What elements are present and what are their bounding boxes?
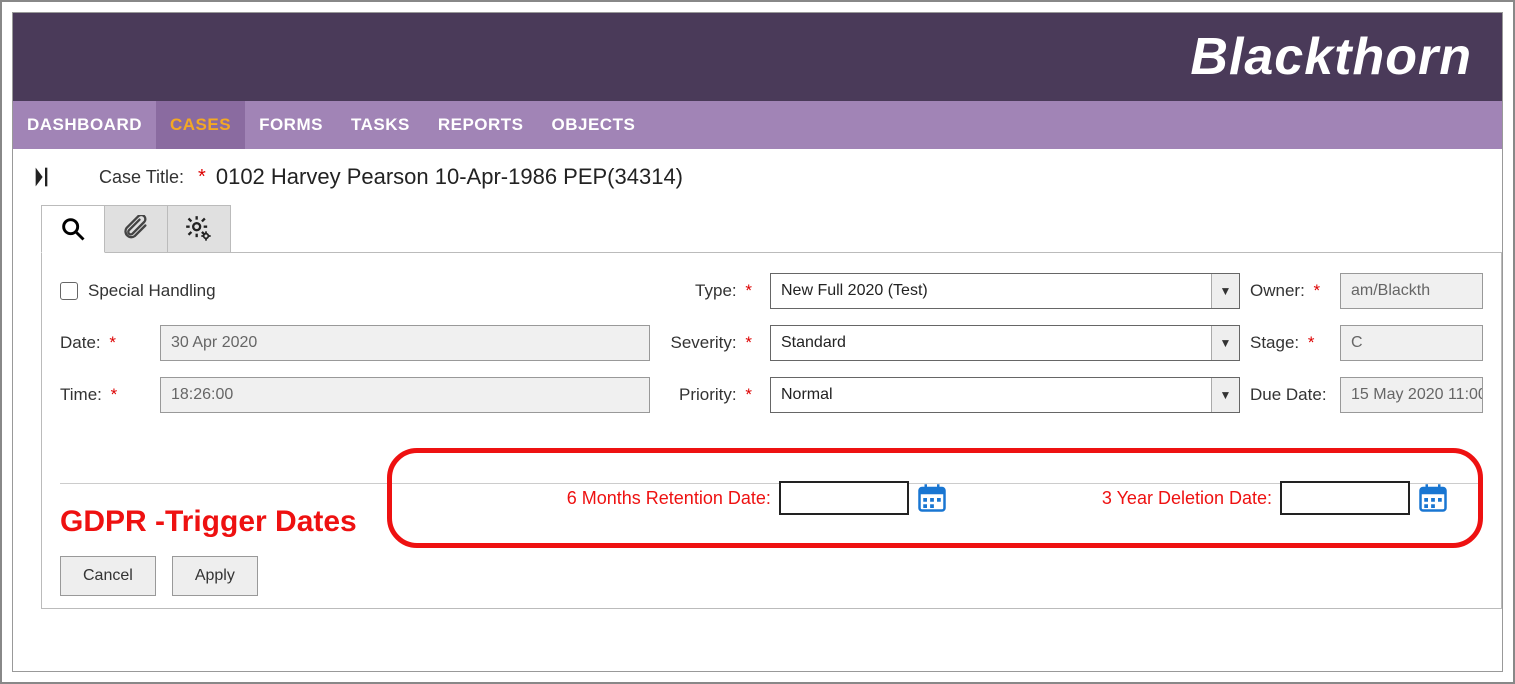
due-date-label: Due Date:: [1250, 385, 1330, 405]
deletion-date-input[interactable]: [1280, 481, 1410, 515]
type-value: New Full 2020 (Test): [781, 282, 1211, 300]
case-title-row: Case Title: * 0102 Harvey Pearson 10-Apr…: [13, 149, 1502, 201]
tab-attachments[interactable]: [104, 205, 168, 253]
severity-value: Standard: [781, 334, 1211, 352]
cancel-button[interactable]: Cancel: [60, 556, 156, 596]
special-handling-checkbox[interactable]: [60, 282, 78, 300]
date-input[interactable]: [160, 325, 650, 361]
priority-label: Priority: *: [660, 385, 760, 405]
stage-label: Stage: *: [1250, 333, 1330, 353]
window-frame: Blackthorn DASHBOARD CASES FORMS TASKS R…: [0, 0, 1515, 684]
owner-label: Owner: *: [1250, 281, 1330, 301]
deletion-label: 3 Year Deletion Date:: [1102, 488, 1272, 509]
time-label: Time: *: [60, 385, 150, 405]
stage-field[interactable]: C: [1340, 325, 1483, 361]
main-nav: DASHBOARD CASES FORMS TASKS REPORTS OBJE…: [13, 101, 1502, 149]
dropdown-arrow-icon: ▼: [1211, 274, 1239, 308]
apply-button[interactable]: Apply: [172, 556, 258, 596]
annotation-highlight: 6 Months Retention Date: 3 Year Deletion…: [387, 448, 1483, 548]
type-select[interactable]: New Full 2020 (Test) ▼: [770, 273, 1240, 309]
priority-select[interactable]: Normal ▼: [770, 377, 1240, 413]
dropdown-arrow-icon: ▼: [1211, 326, 1239, 360]
owner-field[interactable]: am/Blackth: [1340, 273, 1483, 309]
nav-forms[interactable]: FORMS: [245, 101, 337, 149]
button-row: Cancel Apply: [60, 556, 258, 596]
severity-label: Severity: *: [660, 333, 760, 353]
priority-value: Normal: [781, 386, 1211, 404]
special-handling-label: Special Handling: [88, 281, 216, 301]
app-header: Blackthorn: [13, 13, 1502, 101]
content-frame: Blackthorn DASHBOARD CASES FORMS TASKS R…: [12, 12, 1503, 672]
severity-select[interactable]: Standard ▼: [770, 325, 1240, 361]
retention-label: 6 Months Retention Date:: [567, 488, 771, 509]
tab-settings[interactable]: [167, 205, 231, 253]
retention-field-group: 6 Months Retention Date:: [567, 481, 947, 515]
form-grid: Special Handling Type: * New Full 2020 (…: [60, 273, 1483, 413]
retention-date-input[interactable]: [779, 481, 909, 515]
nav-cases[interactable]: CASES: [156, 101, 245, 149]
tab-search[interactable]: [41, 205, 105, 253]
brand-logo: Blackthorn: [1190, 27, 1472, 87]
nav-reports[interactable]: REPORTS: [424, 101, 538, 149]
nav-dashboard[interactable]: DASHBOARD: [13, 101, 156, 149]
type-label: Type: *: [660, 281, 760, 301]
dropdown-arrow-icon: ▼: [1211, 378, 1239, 412]
expand-icon[interactable]: [31, 163, 59, 191]
nav-objects[interactable]: OBJECTS: [538, 101, 650, 149]
special-handling-row: Special Handling: [60, 281, 650, 301]
nav-tasks[interactable]: TASKS: [337, 101, 424, 149]
form-panel: Special Handling Type: * New Full 2020 (…: [41, 252, 1502, 609]
case-title-label: Case Title:: [99, 167, 184, 188]
date-label: Date: *: [60, 333, 150, 353]
due-date-field[interactable]: 15 May 2020 11:00:00: [1340, 377, 1483, 413]
gdpr-section: GDPR -Trigger Dates 6 Months Retention D…: [60, 483, 1483, 548]
calendar-icon[interactable]: [1418, 483, 1448, 513]
deletion-field-group: 3 Year Deletion Date:: [1102, 481, 1448, 515]
case-title-value: 0102 Harvey Pearson 10-Apr-1986 PEP(3431…: [216, 164, 683, 190]
calendar-icon[interactable]: [917, 483, 947, 513]
tab-strip: [41, 205, 1502, 253]
time-input[interactable]: [160, 377, 650, 413]
gdpr-title: GDPR -Trigger Dates: [60, 505, 357, 539]
required-star: *: [198, 166, 206, 189]
